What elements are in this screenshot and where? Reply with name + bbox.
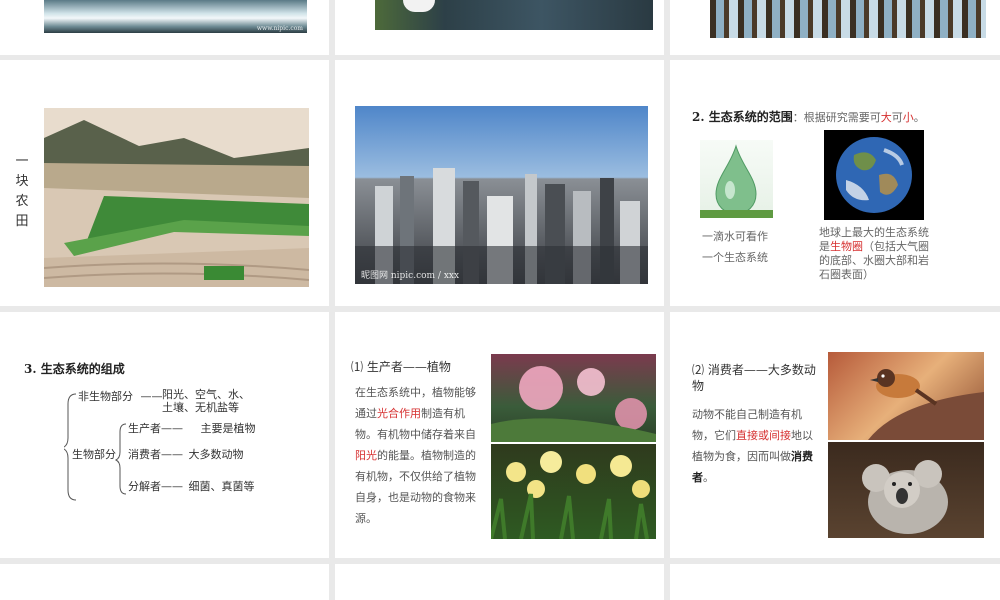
producer-paragraph: 在生态系统中，植物能够通过光合作用制造有机物。有机物中储存着来自阳光的能量。植物… xyxy=(355,386,476,525)
earth-caption: 地球上最大的生态系统是生物圈（包括大气圈的底部、水圈大部和岩石圈表面） xyxy=(819,226,929,281)
slide-bottom-right[interactable] xyxy=(670,564,1000,600)
bio-label: 生物部分 xyxy=(72,448,116,461)
drop-caption: 一滴水可看作 一个生态系统 xyxy=(702,226,768,268)
water-drop-image xyxy=(700,140,773,218)
bird-image xyxy=(828,352,984,440)
mimosa-flower-image xyxy=(491,354,656,442)
producer-desc: 主要是植物 xyxy=(200,422,256,435)
slide-bottom-left[interactable] xyxy=(0,564,329,600)
city-skyline-image: 昵图网 nipic.com / xxx xyxy=(355,106,648,284)
producer-row: 生产者—— 主要是植物 xyxy=(128,420,256,436)
composition-title: 3. 生态系统的组成 xyxy=(24,362,125,376)
nonbio-items-line-1: 阳光、空气、水、 xyxy=(162,388,250,401)
nonbio-items-line-2: 土壤、无机盐等 xyxy=(162,401,239,414)
nonbio-label: 非生物部分 xyxy=(78,390,133,403)
forest-image xyxy=(710,0,986,38)
decomposer-desc: 细菌、真菌等 xyxy=(188,480,255,493)
city-watermark: 昵图网 nipic.com / xxx xyxy=(361,271,460,281)
nonbio-row: 非生物部分 —— xyxy=(78,390,163,404)
slide-ecosystem-composition[interactable]: 3. 生态系统的组成 非生物部分 —— 阳光、空气、水、 土壤、无机盐等 生物部… xyxy=(0,312,329,558)
decomposer-row: 分解者—— 细菌、真菌等 xyxy=(128,478,255,494)
waterfall-image: www.nipic.com xyxy=(44,0,307,33)
consumer-paragraph: 动物不能自己制造有机物，它们直接或间接地以植物为食，因而叫做消费者。 xyxy=(692,408,813,484)
daffodil-image xyxy=(491,444,656,539)
slide-producer[interactable]: ⑴ 生产者——植物 在生态系统中，植物能够通过光合作用制造有机物。有机物中储存着… xyxy=(335,312,664,558)
consumer-label: 消费者—— xyxy=(128,448,183,461)
slide-consumer[interactable]: ⑵ 消费者——大多数动物 动物不能自己制造有机物，它们直接或间接地以植物为食，因… xyxy=(670,312,1000,558)
consumer-row: 消费者—— 大多数动物 xyxy=(128,446,244,462)
consumer-title: ⑵ 消费者——大多数动物 xyxy=(692,363,816,393)
pond-image xyxy=(375,0,653,30)
slide-bottom-middle[interactable] xyxy=(335,564,664,600)
consumer-desc: 大多数动物 xyxy=(188,448,244,461)
slide-farmland[interactable]: 一块农田 xyxy=(0,60,329,306)
pond-bird-shape xyxy=(403,0,435,12)
koala-image xyxy=(828,442,984,538)
range-title: 2. 生态系统的范围：根据研究需要可大可小。 xyxy=(692,110,925,124)
drop-caption-line-2: 一个生态系统 xyxy=(702,251,768,264)
slide-city[interactable]: 昵图网 nipic.com / xxx xyxy=(335,60,664,306)
image-watermark: www.nipic.com xyxy=(256,25,303,32)
nonbio-items: 阳光、空气、水、 土壤、无机盐等 xyxy=(162,388,250,414)
producer-label: 生产者—— xyxy=(128,422,183,435)
earth-image xyxy=(824,130,924,220)
decomposer-label: 分解者—— xyxy=(128,480,183,493)
farmland-vertical-label: 一块农田 xyxy=(15,154,29,229)
slide-ecosystem-range[interactable]: 2. 生态系统的范围：根据研究需要可大可小。 一滴水可看作 一个生态系统 地球上… xyxy=(670,60,1000,306)
producer-title: ⑴ 生产者——植物 xyxy=(351,360,451,374)
rice-terrace-image xyxy=(44,108,309,287)
slide-top-middle[interactable] xyxy=(335,0,664,55)
slide-top-left[interactable]: www.nipic.com xyxy=(0,0,329,55)
nonbio-dash: —— xyxy=(140,390,163,403)
slide-top-right[interactable] xyxy=(670,0,1000,55)
drop-caption-line-1: 一滴水可看作 xyxy=(702,230,768,243)
